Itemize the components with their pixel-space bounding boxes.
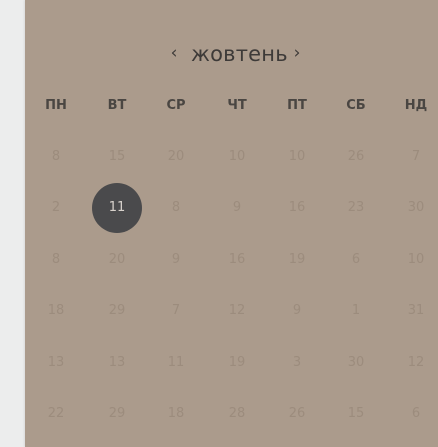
day-cell[interactable]: 2 [31, 183, 81, 233]
day-cell[interactable]: 12 [212, 286, 262, 336]
day-cell[interactable]: 8 [31, 132, 81, 182]
day-cell[interactable]: 13 [31, 338, 81, 388]
day-cell[interactable]: 30 [391, 183, 438, 233]
day-cell[interactable]: 15 [331, 389, 381, 439]
day-cell[interactable]: 10 [272, 132, 322, 182]
day-cell[interactable]: 18 [31, 286, 81, 336]
day-cell[interactable]: 11 [151, 338, 201, 388]
day-cell[interactable]: 28 [212, 389, 262, 439]
day-cell[interactable]: 9 [272, 286, 322, 336]
day-cell[interactable]: 16 [212, 235, 262, 285]
day-cell[interactable]: 13 [92, 338, 142, 388]
day-cell[interactable]: 12 [391, 338, 438, 388]
day-cell[interactable]: 22 [31, 389, 81, 439]
page-margin [0, 0, 25, 447]
day-cell[interactable]: 8 [151, 183, 201, 233]
day-grid: 8 15 20 10 10 26 7 2 11 8 9 16 23 30 8 2… [25, 0, 438, 447]
day-cell[interactable]: 10 [391, 235, 438, 285]
day-cell[interactable]: 18 [151, 389, 201, 439]
day-cell[interactable]: 3 [272, 338, 322, 388]
day-cell[interactable]: 26 [272, 389, 322, 439]
day-cell[interactable]: 29 [92, 389, 142, 439]
day-cell[interactable]: 7 [391, 132, 438, 182]
day-cell[interactable]: 19 [212, 338, 262, 388]
day-cell[interactable]: 9 [151, 235, 201, 285]
day-cell[interactable]: 20 [92, 235, 142, 285]
selected-day-cell[interactable]: 11 [92, 183, 142, 233]
day-cell[interactable]: 15 [92, 132, 142, 182]
day-cell[interactable]: 10 [212, 132, 262, 182]
day-cell[interactable]: 26 [331, 132, 381, 182]
day-cell[interactable]: 20 [151, 132, 201, 182]
day-cell[interactable]: 23 [331, 183, 381, 233]
day-cell[interactable]: 19 [272, 235, 322, 285]
day-cell[interactable]: 7 [151, 286, 201, 336]
day-cell[interactable]: 9 [212, 183, 262, 233]
calendar-panel: ‹ жовтень › ПН ВТ СР ЧТ ПТ СБ НД 8 15 20… [25, 0, 438, 447]
day-cell[interactable]: 6 [391, 389, 438, 439]
day-cell[interactable]: 16 [272, 183, 322, 233]
day-cell[interactable]: 29 [92, 286, 142, 336]
day-cell[interactable]: 6 [331, 235, 381, 285]
day-cell[interactable]: 1 [331, 286, 381, 336]
day-cell[interactable]: 8 [31, 235, 81, 285]
day-cell[interactable]: 31 [391, 286, 438, 336]
day-cell[interactable]: 30 [331, 338, 381, 388]
